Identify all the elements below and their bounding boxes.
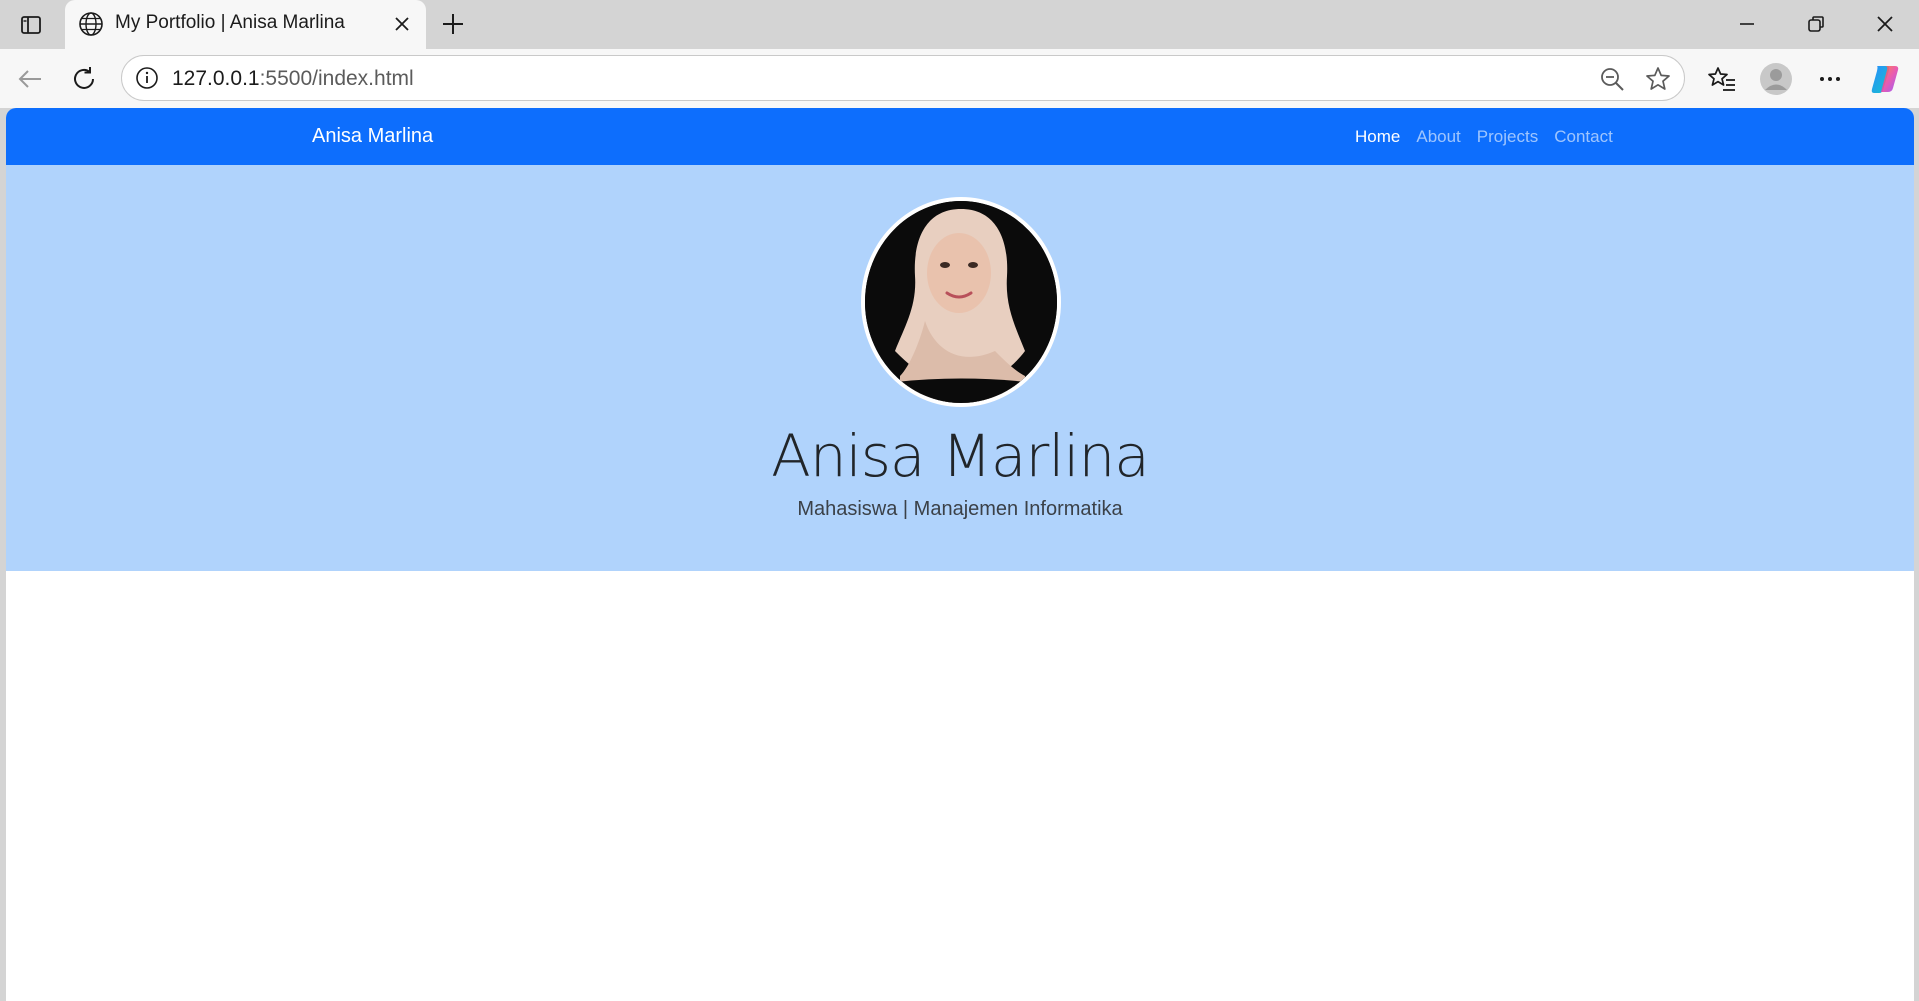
tab-title: My Portfolio | Anisa Marlina: [115, 12, 345, 33]
hero-section: Anisa Marlina Mahasiswa | Manajemen Info…: [6, 165, 1914, 571]
nav-link-contact[interactable]: Contact: [1554, 127, 1613, 147]
site-brand[interactable]: Anisa Marlina: [312, 125, 433, 148]
globe-icon: [77, 10, 105, 38]
profile-icon[interactable]: [1758, 61, 1794, 97]
plus-icon[interactable]: [438, 9, 468, 39]
info-icon[interactable]: [134, 65, 160, 91]
nav-link-projects[interactable]: Projects: [1477, 127, 1538, 147]
profile-photo: [861, 197, 1061, 407]
window-close-icon[interactable]: [1868, 8, 1902, 40]
zoom-out-icon[interactable]: [1598, 65, 1626, 93]
back-arrow-icon[interactable]: [12, 61, 48, 97]
minimize-icon[interactable]: [1730, 8, 1764, 40]
more-icon[interactable]: [1812, 61, 1848, 97]
url-host: 127.0.0.1: [172, 67, 260, 90]
active-tab[interactable]: My Portfolio | Anisa Marlina: [65, 0, 426, 49]
address-bar[interactable]: 127.0.0.1:5500/index.html: [121, 55, 1685, 101]
refresh-icon[interactable]: [66, 61, 102, 97]
tab-strip: My Portfolio | Anisa Marlina: [0, 0, 1919, 49]
nav-link-home[interactable]: Home: [1355, 127, 1400, 147]
url-text[interactable]: 127.0.0.1:5500/index.html: [172, 67, 414, 91]
sidebar-toggle-icon[interactable]: [16, 10, 46, 40]
page-viewport: Anisa Marlina Home About Projects Contac…: [6, 108, 1914, 1001]
close-icon[interactable]: [390, 12, 414, 36]
favorites-icon[interactable]: [1704, 61, 1740, 97]
hero-name: Anisa Marlina: [771, 422, 1150, 490]
url-path: :5500/index.html: [259, 67, 414, 90]
site-navbar: Anisa Marlina Home About Projects Contac…: [6, 108, 1914, 165]
nav-menu: Home About Projects Contact: [1355, 127, 1613, 147]
star-icon[interactable]: [1644, 65, 1672, 93]
browser-toolbar: 127.0.0.1:5500/index.html: [0, 49, 1919, 108]
restore-icon[interactable]: [1799, 8, 1833, 40]
copilot-icon[interactable]: [1867, 61, 1903, 97]
hero-subtitle: Mahasiswa | Manajemen Informatika: [797, 498, 1123, 520]
nav-link-about[interactable]: About: [1416, 127, 1460, 147]
